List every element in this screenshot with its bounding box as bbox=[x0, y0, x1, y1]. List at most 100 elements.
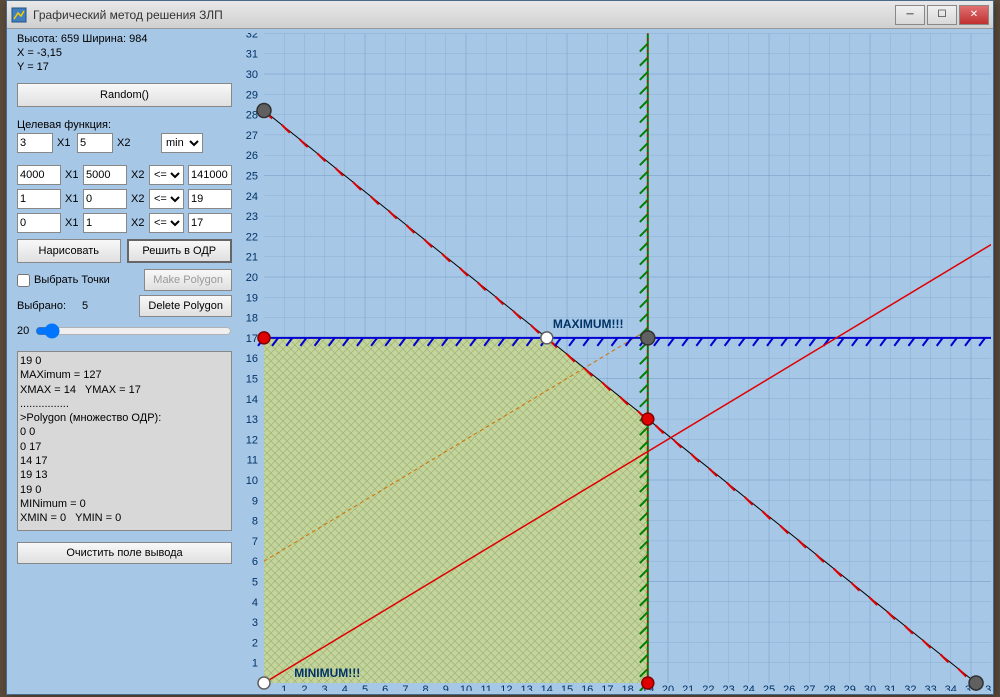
select-points-label: Выбрать Точки bbox=[34, 274, 110, 286]
svg-text:15: 15 bbox=[561, 684, 573, 691]
svg-text:4: 4 bbox=[252, 597, 258, 609]
svg-text:21: 21 bbox=[682, 684, 694, 691]
svg-text:3: 3 bbox=[252, 617, 258, 629]
window-title: Графический метод решения ЗЛП bbox=[33, 8, 895, 22]
maximize-button[interactable]: ☐ bbox=[927, 5, 957, 25]
svg-text:MINIMUM!!!: MINIMUM!!! bbox=[294, 666, 360, 680]
svg-text:19: 19 bbox=[246, 292, 258, 304]
svg-text:16: 16 bbox=[246, 353, 258, 365]
selected-label: Выбрано: bbox=[17, 300, 66, 312]
svg-text:6: 6 bbox=[252, 556, 258, 568]
svg-text:7: 7 bbox=[402, 684, 408, 691]
svg-text:29: 29 bbox=[844, 684, 856, 691]
svg-text:MAXIMUM!!!: MAXIMUM!!! bbox=[553, 317, 624, 331]
svg-text:3: 3 bbox=[322, 684, 328, 691]
slider-value: 20 bbox=[17, 325, 29, 337]
select-points-checkbox[interactable] bbox=[17, 274, 30, 287]
svg-text:5: 5 bbox=[362, 684, 368, 691]
svg-text:1: 1 bbox=[252, 658, 258, 670]
minimize-button[interactable]: ─ bbox=[895, 5, 925, 25]
svg-text:25: 25 bbox=[763, 684, 775, 691]
titlebar: Графический метод решения ЗЛП ─ ☐ ✕ bbox=[7, 1, 993, 29]
c1-a2-input[interactable] bbox=[83, 165, 127, 185]
random-button[interactable]: Random() bbox=[17, 83, 232, 107]
svg-text:20: 20 bbox=[246, 272, 258, 284]
svg-text:27: 27 bbox=[246, 130, 258, 142]
close-button[interactable]: ✕ bbox=[959, 5, 989, 25]
svg-text:36: 36 bbox=[985, 684, 991, 691]
svg-text:31: 31 bbox=[884, 684, 896, 691]
y-coord-label: Y = 17 bbox=[17, 61, 232, 73]
obj-c1-input[interactable] bbox=[17, 133, 53, 153]
svg-text:13: 13 bbox=[520, 684, 532, 691]
svg-text:15: 15 bbox=[246, 374, 258, 386]
c3-op-select[interactable]: <= bbox=[149, 213, 184, 233]
svg-text:16: 16 bbox=[581, 684, 593, 691]
svg-text:7: 7 bbox=[252, 536, 258, 548]
svg-text:34: 34 bbox=[945, 684, 957, 691]
zoom-slider[interactable] bbox=[35, 323, 232, 339]
svg-text:8: 8 bbox=[252, 516, 258, 528]
svg-text:12: 12 bbox=[246, 434, 258, 446]
c2-b-input[interactable] bbox=[188, 189, 232, 209]
svg-text:4: 4 bbox=[342, 684, 348, 691]
x-coord-label: X = -3,15 bbox=[17, 47, 232, 59]
svg-text:14: 14 bbox=[246, 394, 258, 406]
solve-button[interactable]: Решить в ОДР bbox=[127, 239, 233, 263]
svg-text:13: 13 bbox=[246, 414, 258, 426]
svg-text:26: 26 bbox=[246, 150, 258, 162]
selected-count: 5 bbox=[82, 300, 88, 312]
c2-a2-input[interactable] bbox=[83, 189, 127, 209]
svg-text:23: 23 bbox=[722, 684, 734, 691]
svg-text:32: 32 bbox=[904, 684, 916, 691]
svg-text:22: 22 bbox=[702, 684, 714, 691]
delete-polygon-button[interactable]: Delete Polygon bbox=[139, 295, 232, 317]
svg-text:9: 9 bbox=[443, 684, 449, 691]
svg-text:2: 2 bbox=[252, 637, 258, 649]
c2-op-select[interactable]: <= bbox=[149, 189, 184, 209]
svg-text:28: 28 bbox=[246, 110, 258, 122]
draw-button[interactable]: Нарисовать bbox=[17, 239, 121, 263]
output-textarea[interactable]: 19 0 MAXimum = 127 XMAX = 14 YMAX = 17 .… bbox=[17, 351, 232, 531]
make-polygon-button[interactable]: Make Polygon bbox=[144, 269, 232, 291]
svg-text:10: 10 bbox=[246, 475, 258, 487]
svg-text:30: 30 bbox=[246, 69, 258, 81]
svg-text:28: 28 bbox=[823, 684, 835, 691]
c1-op-select[interactable]: <= bbox=[149, 165, 184, 185]
svg-text:24: 24 bbox=[743, 684, 755, 691]
svg-text:25: 25 bbox=[246, 171, 258, 183]
svg-text:22: 22 bbox=[246, 231, 258, 243]
svg-text:29: 29 bbox=[246, 89, 258, 101]
svg-text:31: 31 bbox=[246, 49, 258, 61]
objective-label: Целевая функция: bbox=[17, 119, 232, 131]
svg-text:10: 10 bbox=[460, 684, 472, 691]
svg-text:23: 23 bbox=[246, 211, 258, 223]
svg-text:17: 17 bbox=[246, 333, 258, 345]
svg-text:26: 26 bbox=[783, 684, 795, 691]
svg-text:32: 32 bbox=[246, 33, 258, 40]
svg-text:30: 30 bbox=[864, 684, 876, 691]
c3-a1-input[interactable] bbox=[17, 213, 61, 233]
svg-text:21: 21 bbox=[246, 252, 258, 264]
svg-text:27: 27 bbox=[803, 684, 815, 691]
svg-text:8: 8 bbox=[423, 684, 429, 691]
c2-a1-input[interactable] bbox=[17, 189, 61, 209]
svg-text:18: 18 bbox=[246, 313, 258, 325]
svg-text:2: 2 bbox=[301, 684, 307, 691]
svg-text:11: 11 bbox=[480, 684, 491, 691]
direction-select[interactable]: min bbox=[161, 133, 203, 153]
svg-text:1: 1 bbox=[281, 684, 287, 691]
svg-text:5: 5 bbox=[252, 577, 258, 589]
clear-output-button[interactable]: Очистить поле вывода bbox=[17, 542, 232, 564]
obj-c2-input[interactable] bbox=[77, 133, 113, 153]
svg-text:12: 12 bbox=[500, 684, 512, 691]
svg-text:18: 18 bbox=[621, 684, 633, 691]
c1-a1-input[interactable] bbox=[17, 165, 61, 185]
c3-a2-input[interactable] bbox=[83, 213, 127, 233]
c1-b-input[interactable] bbox=[188, 165, 232, 185]
c3-b-input[interactable] bbox=[188, 213, 232, 233]
plot-area[interactable]: MINIMUM!!!123456789101112131415161718192… bbox=[239, 33, 991, 691]
app-icon bbox=[11, 7, 27, 23]
dimensions-label: Высота: 659 Ширина: 984 bbox=[17, 33, 232, 45]
x2-label: X2 bbox=[117, 137, 133, 149]
